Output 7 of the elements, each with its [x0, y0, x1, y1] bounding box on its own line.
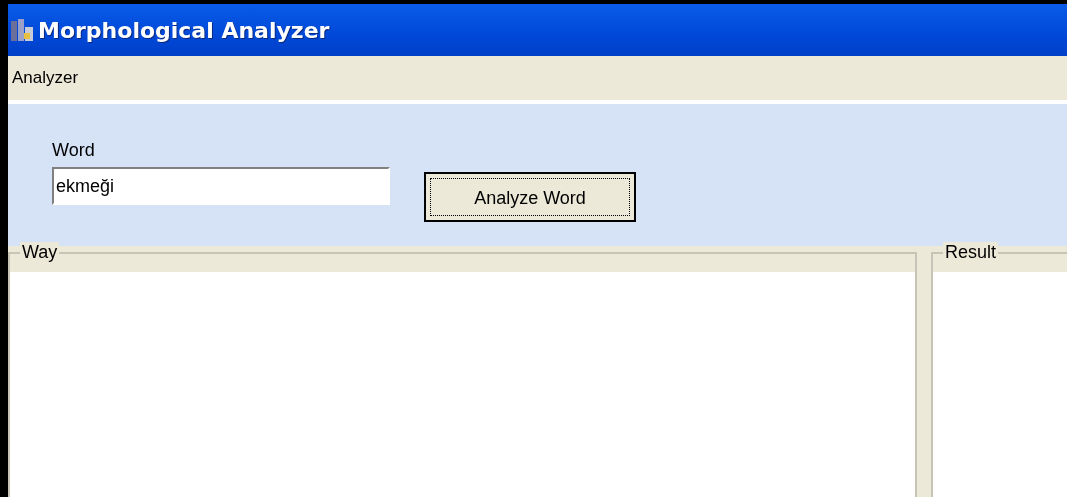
- word-input-field[interactable]: ekmeği: [52, 167, 390, 205]
- analyze-word-button[interactable]: Analyze Word: [424, 172, 636, 222]
- group-title: Way: [20, 242, 60, 263]
- word-label: Word: [52, 140, 96, 161]
- menu-item[interactable]: Analyzer: [12, 68, 79, 88]
- buildings-icon: [10, 19, 34, 41]
- window-title: Morphological Analyzer: [38, 17, 330, 43]
